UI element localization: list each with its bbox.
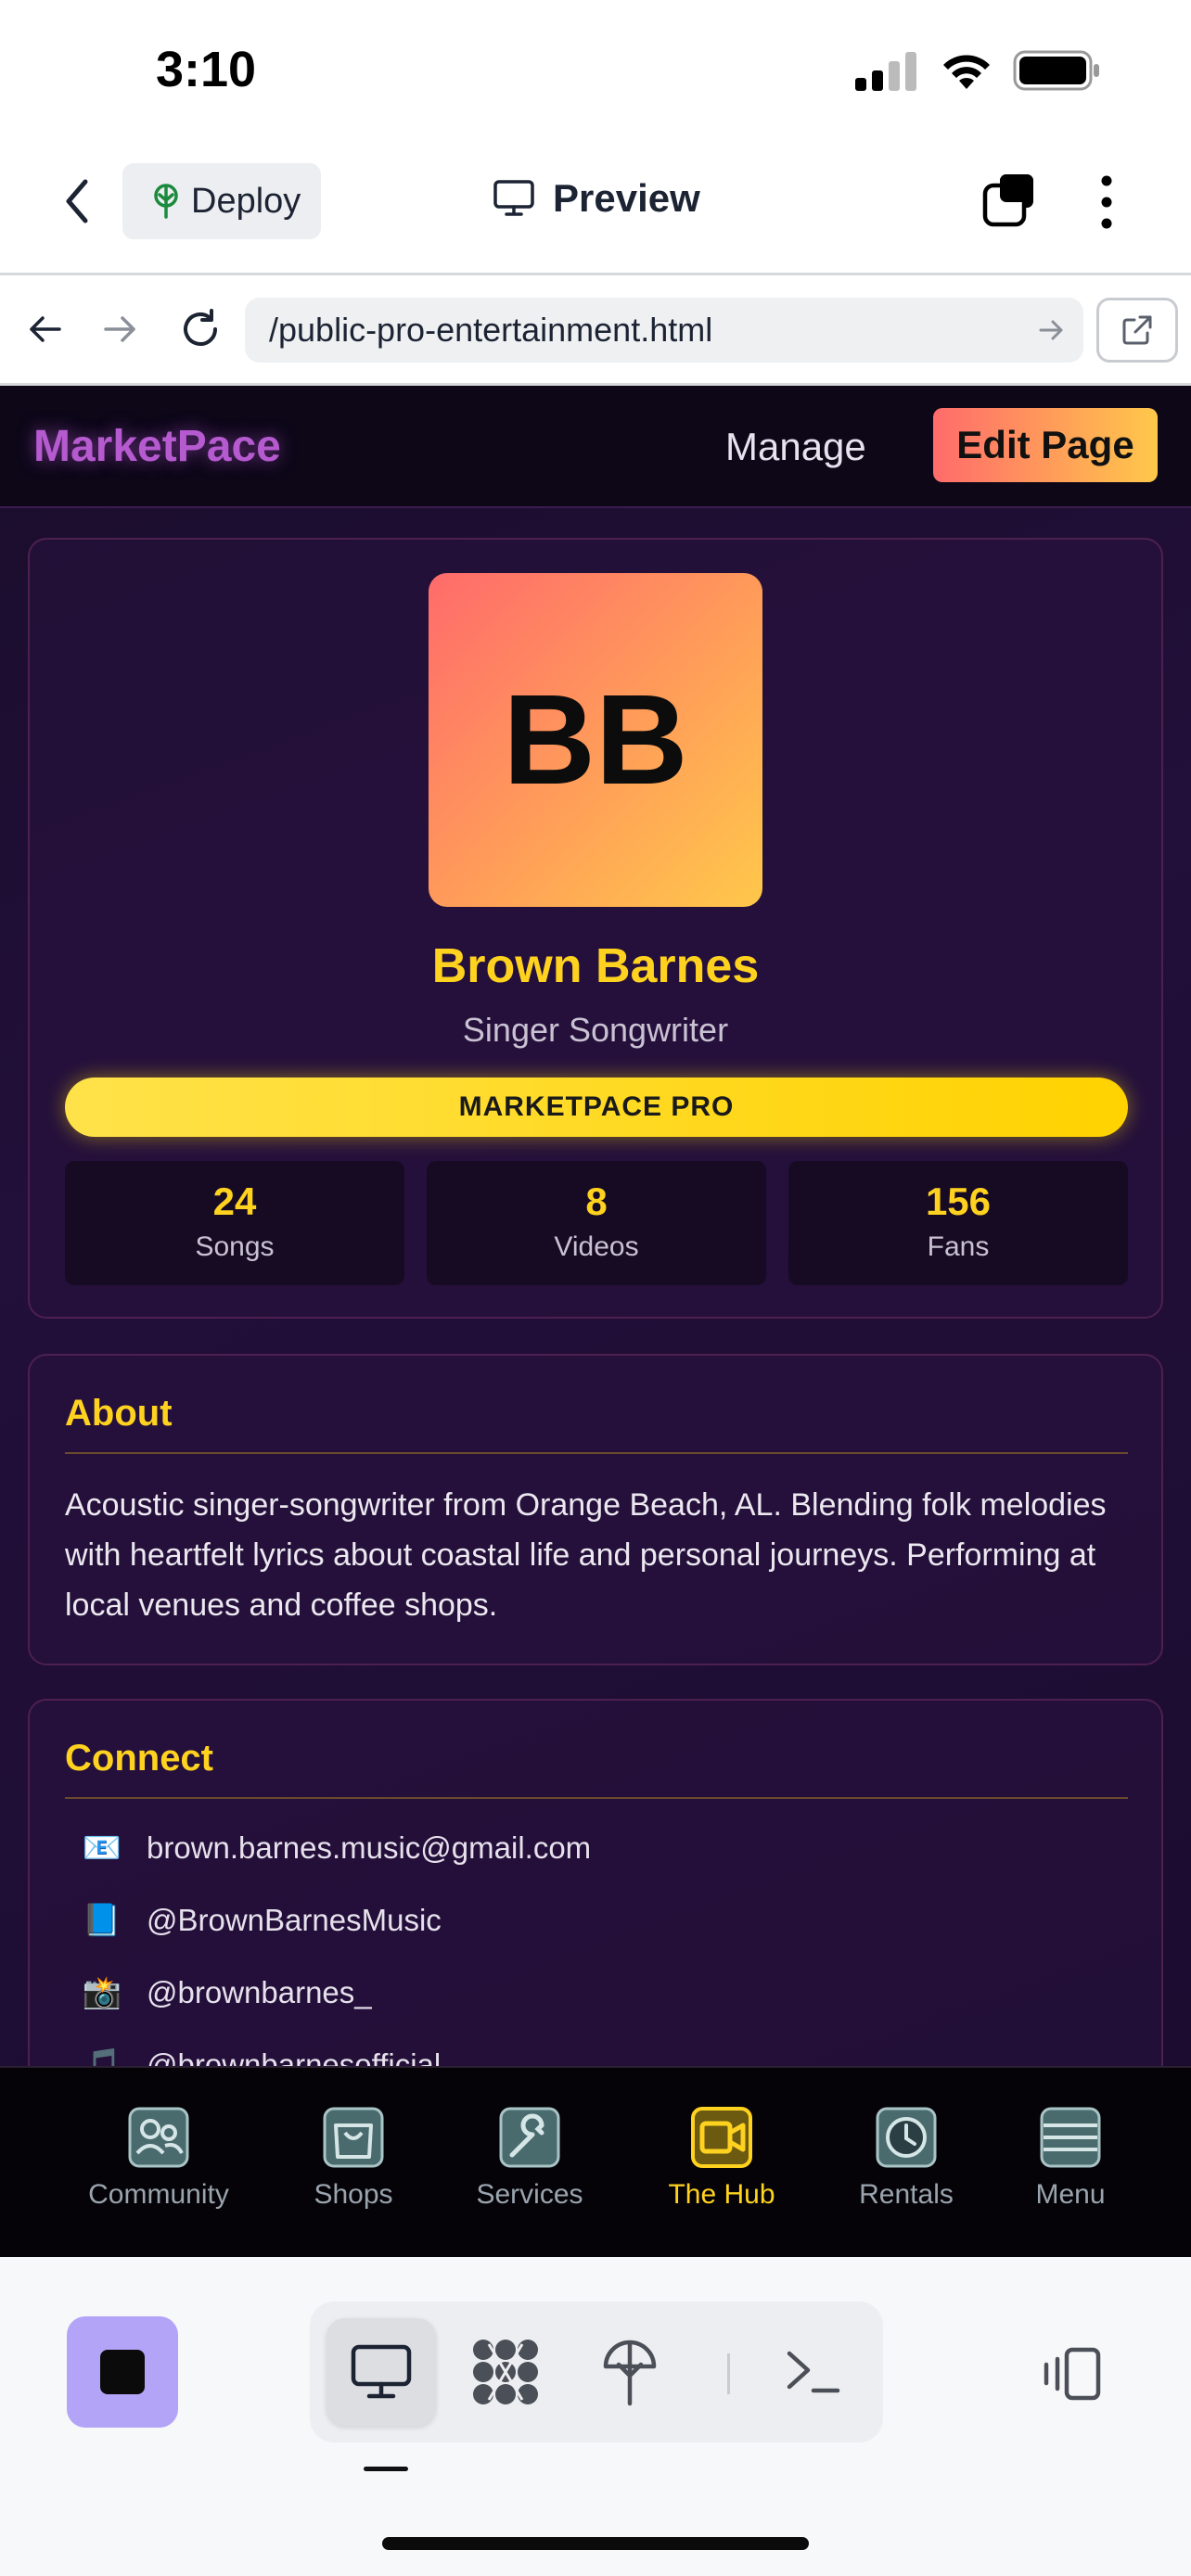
music-note-icon: 🎵	[82, 2047, 122, 2066]
contact-text: brown.barnes.music@gmail.com	[147, 1830, 592, 1865]
stat-value: 156	[925, 1180, 992, 1223]
layout-toggle-icon[interactable]	[1037, 2346, 1102, 2402]
site-tab-bar: Community Shops Services The Hub Rentals	[0, 2066, 1191, 2257]
preview-title: Preview	[493, 176, 700, 221]
tab-community[interactable]: Community	[66, 2105, 251, 2211]
tab-label: Services	[476, 2179, 583, 2210]
contact-text: @brownbarnes_	[147, 1975, 372, 2009]
open-external-button[interactable]	[1096, 298, 1178, 363]
contact-email[interactable]: 📧 brown.barnes.music@gmail.com	[82, 1825, 591, 1871]
about-title: About	[65, 1393, 173, 1434]
back-icon[interactable]	[61, 178, 93, 224]
wrench-icon	[499, 2107, 560, 2168]
tool-shell[interactable]	[759, 2318, 868, 2426]
preview-label: Preview	[553, 176, 700, 220]
tab-label: Menu	[1035, 2179, 1106, 2210]
tab-label: Rentals	[859, 2179, 954, 2210]
terminal-icon	[787, 2351, 840, 2393]
contact-facebook[interactable]: 📘 @BrownBarnesMusic	[82, 1897, 442, 1944]
url-input[interactable]	[269, 311, 1011, 350]
profile-card: BB Brown Barnes Singer Songwriter MARKET…	[28, 538, 1163, 1319]
browser-url-bar	[0, 273, 1191, 386]
book-icon: 📘	[82, 1903, 122, 1938]
stat-value: 24	[212, 1180, 257, 1223]
avatar: BB	[429, 573, 762, 907]
tab-the-hub[interactable]: The Hub	[629, 2105, 814, 2211]
contact-text: @brownbarnesofficial	[147, 2047, 442, 2066]
web-preview: MarketPace Manage Edit Page BB Brown Bar…	[0, 386, 1191, 2066]
stop-icon	[100, 2350, 145, 2394]
divider	[727, 2353, 730, 2394]
app-bar: Deploy Preview	[0, 139, 1191, 273]
contact-tiktok[interactable]: 🎵 @brownbarnesofficial	[82, 2042, 441, 2066]
tool-switcher	[310, 2302, 883, 2442]
camera-flash-icon: 📸	[82, 1975, 122, 2010]
go-arrow-icon[interactable]	[1037, 316, 1065, 344]
brand-logo[interactable]: MarketPace	[33, 421, 281, 472]
clock-icon	[876, 2107, 937, 2168]
site-header: MarketPace Manage Edit Page	[0, 386, 1191, 508]
browser-back-icon[interactable]	[26, 311, 63, 348]
stat-label: Videos	[554, 1231, 639, 1262]
tab-services[interactable]: Services	[437, 2105, 622, 2211]
more-options-icon[interactable]	[1100, 174, 1113, 230]
browser-forward-icon[interactable]	[102, 311, 139, 348]
shopping-bag-icon	[323, 2107, 384, 2168]
tab-menu[interactable]: Menu	[978, 2105, 1163, 2211]
stat-value: 8	[585, 1180, 608, 1223]
external-link-icon	[1122, 315, 1152, 345]
deploy-icon	[603, 2340, 657, 2406]
manage-link[interactable]: Manage	[725, 425, 866, 469]
divider	[65, 1797, 1128, 1799]
connect-card: Connect 📧 brown.barnes.music@gmail.com 📘…	[28, 1699, 1163, 2066]
wifi-icon	[943, 55, 990, 89]
connect-title: Connect	[65, 1738, 213, 1779]
contact-instagram[interactable]: 📸 @brownbarnes_	[82, 1970, 372, 2016]
edit-page-button[interactable]: Edit Page	[933, 408, 1158, 482]
menu-icon	[1040, 2107, 1101, 2168]
stat-songs: 24 Songs	[65, 1161, 404, 1285]
tab-label: Shops	[314, 2179, 393, 2210]
community-icon	[128, 2107, 189, 2168]
monitor-icon	[493, 180, 534, 216]
tab-label: Community	[88, 2179, 229, 2210]
profile-subtitle: Singer Songwriter	[462, 1011, 729, 1049]
divider	[65, 1452, 1128, 1454]
cellular-signal-icon	[855, 52, 916, 91]
stat-label: Songs	[195, 1231, 275, 1262]
status-time: 3:10	[156, 42, 257, 97]
battery-icon	[1013, 50, 1099, 91]
active-tool-indicator	[364, 2467, 408, 2471]
about-card: About Acoustic singer-songwriter from Or…	[28, 1354, 1163, 1665]
tool-deploy[interactable]	[575, 2318, 685, 2426]
pro-badge: MARKETPACE PRO	[65, 1078, 1128, 1137]
video-camera-icon	[691, 2107, 752, 2168]
deploy-label: Deploy	[191, 181, 301, 221]
grid-blob-icon	[473, 2340, 538, 2404]
stat-label: Fans	[927, 1231, 990, 1262]
reload-icon[interactable]	[178, 307, 223, 351]
url-field[interactable]	[245, 298, 1083, 363]
ide-toolbar	[0, 2257, 1191, 2576]
about-text: Acoustic singer-songwriter from Orange B…	[65, 1487, 1107, 1623]
stat-videos: 8 Videos	[427, 1161, 766, 1285]
deploy-icon	[154, 184, 178, 219]
tool-workspace[interactable]	[451, 2318, 560, 2426]
contact-text: @BrownBarnesMusic	[147, 1903, 442, 1937]
monitor-icon	[351, 2344, 412, 2399]
stat-fans: 156 Fans	[788, 1161, 1128, 1285]
stop-button[interactable]	[67, 2316, 178, 2428]
tab-shops[interactable]: Shops	[261, 2105, 446, 2211]
status-bar: 3:10	[0, 0, 1191, 139]
deploy-button[interactable]: Deploy	[122, 163, 321, 239]
tool-preview[interactable]	[327, 2318, 436, 2426]
profile-name: Brown Barnes	[431, 939, 760, 993]
envelope-icon: 📧	[82, 1830, 122, 1866]
tab-rentals[interactable]: Rentals	[813, 2105, 999, 2211]
tabs-icon[interactable]	[980, 171, 1039, 230]
tab-label: The Hub	[668, 2179, 775, 2210]
home-indicator	[382, 2537, 809, 2550]
